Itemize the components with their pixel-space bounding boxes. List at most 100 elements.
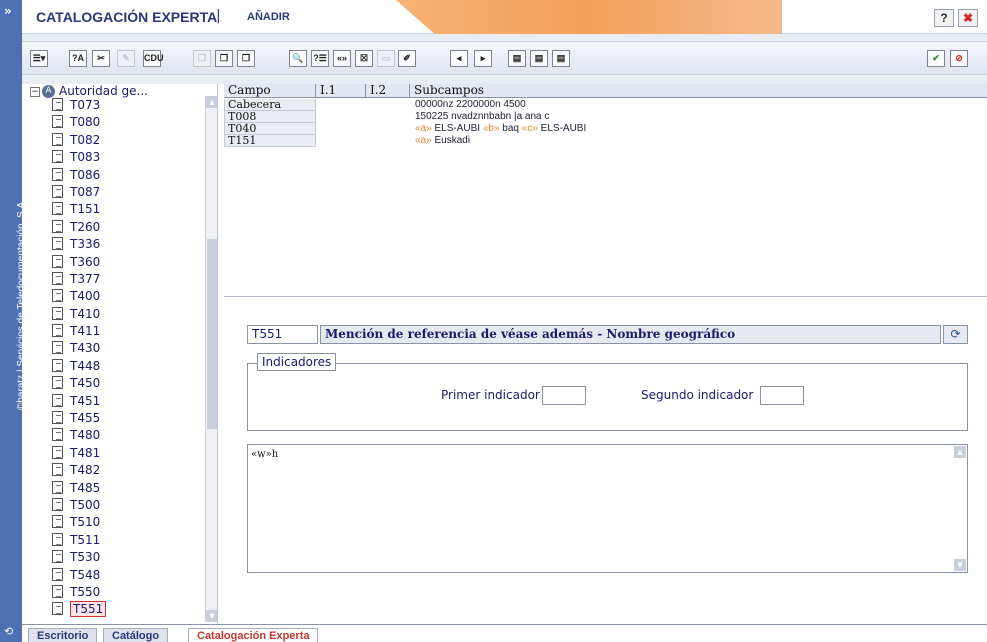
- document-icon: [52, 324, 63, 338]
- tab-cat-logo[interactable]: Catálogo: [103, 628, 169, 642]
- bottom-tabs: Escritorio Catálogo Catalogación Experta: [22, 624, 987, 642]
- tree-item-t481[interactable]: T481: [28, 445, 206, 463]
- table-row[interactable]: T040 «a» ELS-AUBI «b» baq «c» ELS-AUBI: [224, 123, 987, 135]
- window-alt-icon[interactable]: ❐: [237, 50, 255, 67]
- window-icon[interactable]: ❐: [215, 50, 233, 67]
- layout-1-icon[interactable]: ▤: [508, 50, 526, 67]
- scroll-down-icon[interactable]: ▼: [206, 610, 217, 622]
- subfield-icon[interactable]: «»: [333, 50, 351, 67]
- title-separator: |: [216, 8, 221, 24]
- subfield-content[interactable]: «w»h: [251, 449, 278, 460]
- document-icon: [52, 289, 63, 303]
- tree-item-t082[interactable]: T082: [28, 132, 206, 150]
- scroll-up-icon[interactable]: ▲: [954, 446, 966, 458]
- authority-icon: A: [42, 85, 55, 98]
- tree-item-label: T080: [70, 115, 101, 130]
- tree-item-t448[interactable]: T448: [28, 358, 206, 376]
- scroll-thumb[interactable]: [207, 239, 217, 429]
- document-icon: [52, 115, 63, 129]
- help-button[interactable]: ?: [934, 9, 954, 27]
- expand-arrow-icon[interactable]: »: [4, 4, 12, 18]
- list-menu-icon[interactable]: ☰▾: [30, 50, 48, 67]
- spellcheck-icon[interactable]: ?A: [69, 50, 87, 67]
- tree-item-t080[interactable]: T080: [28, 115, 206, 132]
- table-row[interactable]: Cabecera 00000nz 2200000n 4500: [224, 99, 987, 111]
- header-campo: Campo: [224, 84, 316, 98]
- cdu-icon[interactable]: CDU: [143, 50, 164, 67]
- tree-item-t151[interactable]: T151: [28, 202, 206, 219]
- scroll-up-icon[interactable]: ▲: [206, 96, 217, 108]
- tree-item-t451[interactable]: T451: [28, 393, 206, 411]
- tree-item-t410[interactable]: T410: [28, 306, 206, 324]
- tab-catalogaci-n-experta[interactable]: Catalogación Experta: [188, 628, 319, 642]
- tree-scrollbar[interactable]: ▲ ▼: [205, 96, 217, 622]
- tree-item-label: T530: [70, 550, 101, 565]
- table-row[interactable]: T008 150225 nvadznnbabn |a ana c: [224, 111, 987, 123]
- layout-3-icon[interactable]: ▤: [552, 50, 570, 67]
- indicators-group: Indicadores Primer indicador Segundo ind…: [247, 353, 968, 431]
- tree-item-t480[interactable]: T480: [28, 428, 206, 445]
- field-tree: − A Autoridad ge... T073 T080 T082 T083 T086 T0…: [28, 84, 218, 624]
- document-icon: [52, 98, 63, 111]
- prev-icon[interactable]: ◂: [450, 50, 468, 67]
- refresh-icon[interactable]: ⟲: [4, 625, 13, 638]
- reload-icon[interactable]: ⟳: [943, 325, 968, 344]
- collapse-icon[interactable]: −: [30, 86, 40, 97]
- tree-item-t087[interactable]: T087: [28, 184, 206, 202]
- first-indicator-input[interactable]: [542, 386, 586, 405]
- tree-item-t377[interactable]: T377: [28, 271, 206, 289]
- scroll-down-icon[interactable]: ▼: [954, 559, 966, 571]
- tree-item-t482[interactable]: T482: [28, 463, 206, 480]
- tree-item-label: T511: [70, 532, 101, 547]
- document-icon: [52, 497, 63, 511]
- app-title: CATALOGACIÓN EXPERTA: [36, 9, 218, 25]
- tree-item-t500[interactable]: T500: [28, 497, 206, 515]
- tree-item-t510[interactable]: T510: [28, 515, 206, 532]
- tree-item-t400[interactable]: T400: [28, 289, 206, 306]
- tree-item-t530[interactable]: T530: [28, 550, 206, 567]
- tree-item-label: T360: [70, 254, 101, 269]
- tree-item-t450[interactable]: T450: [28, 376, 206, 393]
- tree-item-t511[interactable]: T511: [28, 532, 206, 550]
- document-icon: [52, 376, 63, 390]
- tree-item-t411[interactable]: T411: [28, 324, 206, 341]
- tree-item-t336[interactable]: T336: [28, 237, 206, 254]
- layout-2-icon[interactable]: ▤: [530, 50, 548, 67]
- tree-item-label: T448: [70, 358, 101, 373]
- second-indicator-input[interactable]: [760, 386, 804, 405]
- tree-item-t548[interactable]: T548: [28, 567, 206, 585]
- tab-escritorio[interactable]: Escritorio: [28, 628, 98, 642]
- tree-item-t260[interactable]: T260: [28, 219, 206, 237]
- edit-record-icon[interactable]: ✐: [398, 50, 416, 67]
- cancel-button[interactable]: ⊘: [950, 50, 968, 67]
- format-icon[interactable]: ✎: [117, 50, 135, 67]
- content-scrollbar[interactable]: ▲ ▼: [954, 446, 966, 571]
- tree-item-t430[interactable]: T430: [28, 341, 206, 358]
- copy-disabled-icon[interactable]: ❐: [193, 50, 211, 67]
- table-row[interactable]: T151 «a» Euskadi: [224, 135, 987, 147]
- tree-item-t485[interactable]: T485: [28, 480, 206, 498]
- close-button[interactable]: ✖: [958, 9, 978, 27]
- tree-item-label: T510: [70, 515, 101, 530]
- document-icon: [52, 550, 63, 564]
- preview-icon[interactable]: 🔍: [289, 50, 307, 67]
- tree-item-t073[interactable]: T073: [28, 98, 206, 115]
- tree-item-t550[interactable]: T550: [28, 584, 206, 602]
- scissors-icon[interactable]: ✂: [92, 50, 110, 67]
- next-icon[interactable]: ▸: [474, 50, 492, 67]
- tree-item-t083[interactable]: T083: [28, 150, 206, 167]
- document-icon: [52, 167, 63, 181]
- document-icon: [52, 150, 63, 164]
- delete-field-icon[interactable]: ☒: [355, 50, 373, 67]
- disabled-icon[interactable]: ▭: [377, 50, 395, 67]
- accept-button[interactable]: ✔: [927, 50, 945, 67]
- tree-item-t360[interactable]: T360: [28, 254, 206, 272]
- table-header: Campo I.1 I.2 Subcampos: [224, 84, 987, 98]
- tree-item-label: T410: [70, 306, 101, 321]
- tree-item-t086[interactable]: T086: [28, 167, 206, 185]
- subfield-content-area[interactable]: «w»h ▲ ▼: [247, 444, 968, 573]
- tree-item-t455[interactable]: T455: [28, 411, 206, 428]
- field-code[interactable]: T151: [224, 135, 316, 147]
- list-numbered-icon[interactable]: ?☰: [311, 50, 329, 67]
- tree-item-t551[interactable]: T551: [28, 601, 206, 619]
